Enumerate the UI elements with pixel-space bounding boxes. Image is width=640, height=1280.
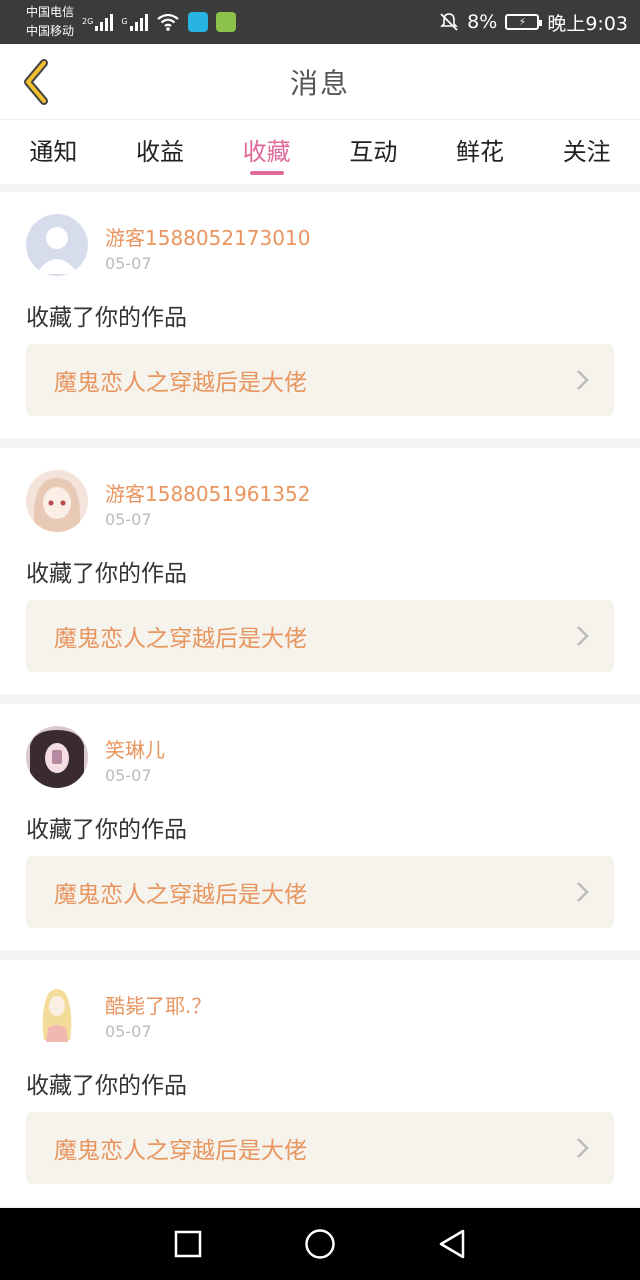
triangle-back-icon — [439, 1229, 465, 1259]
work-title: 魔鬼恋人之穿越后是大佬 — [54, 882, 307, 908]
message-card: 笑琳儿 05-07 收藏了你的作品 魔鬼恋人之穿越后是大佬 — [0, 704, 640, 950]
message-date: 05-07 — [105, 510, 152, 529]
carrier-labels: 中国电信 中国移动 — [26, 3, 74, 41]
status-bar: 中国电信 中国移动 2G G 8% ⚡ 晚上9:03 — [0, 0, 640, 44]
system-nav-bar — [0, 1208, 640, 1280]
tab-bar: 通知 收益 收藏 互动 鲜花 关注 — [0, 120, 640, 184]
avatar[interactable] — [26, 726, 88, 788]
finance-app-icon — [215, 12, 236, 32]
avatar[interactable] — [26, 982, 88, 1044]
chevron-right-icon — [577, 882, 589, 902]
tab-flowers[interactable]: 鲜花 — [427, 120, 534, 184]
username[interactable]: 酷毙了耶.？ — [105, 990, 211, 1019]
work-title: 魔鬼恋人之穿越后是大佬 — [54, 370, 307, 396]
message-date: 05-07 — [105, 766, 152, 785]
message-list[interactable]: 游客1588052173010 05-07 收藏了你的作品 魔鬼恋人之穿越后是大… — [0, 184, 640, 1208]
tab-label: 通知 — [29, 138, 78, 166]
clock: 晚上9:03 — [547, 12, 628, 35]
message-text: 收藏了你的作品 — [26, 305, 187, 331]
battery-icon: ⚡ — [505, 14, 543, 30]
net-type-2: G — [121, 17, 128, 26]
chevron-right-icon — [577, 1138, 589, 1158]
message-card: 游客1588052173010 05-07 收藏了你的作品 魔鬼恋人之穿越后是大… — [0, 192, 640, 438]
battery-percent: 8% — [467, 11, 498, 33]
tab-label: 鲜花 — [456, 138, 505, 166]
tab-favorites[interactable]: 收藏 — [213, 120, 320, 184]
username[interactable]: 游客1588051961352 — [105, 478, 310, 507]
work-link[interactable]: 魔鬼恋人之穿越后是大佬 — [26, 344, 614, 416]
message-text: 收藏了你的作品 — [26, 1073, 187, 1099]
book-app-icon — [187, 12, 208, 32]
signal-icon — [129, 13, 148, 31]
tab-label: 互动 — [349, 138, 398, 166]
home-button[interactable] — [300, 1224, 340, 1264]
message-date: 05-07 — [105, 254, 152, 273]
page-title: 消息 — [289, 66, 350, 100]
chevron-right-icon — [577, 626, 589, 646]
circle-icon — [305, 1229, 335, 1259]
back-nav-button[interactable] — [432, 1224, 472, 1264]
wifi-icon — [156, 13, 179, 31]
work-title: 魔鬼恋人之穿越后是大佬 — [54, 1138, 307, 1164]
tab-label: 收藏 — [242, 138, 291, 166]
message-text: 收藏了你的作品 — [26, 561, 187, 587]
work-link[interactable]: 魔鬼恋人之穿越后是大佬 — [26, 856, 614, 928]
tab-label: 关注 — [562, 138, 611, 166]
square-icon — [174, 1230, 202, 1258]
silent-icon — [440, 13, 459, 31]
message-card: 游客1588051961352 05-07 收藏了你的作品 魔鬼恋人之穿越后是大… — [0, 448, 640, 694]
tab-label: 收益 — [136, 138, 184, 166]
tab-follows[interactable]: 关注 — [533, 120, 640, 184]
signal-2: G — [121, 13, 148, 31]
signal-1: 2G — [82, 13, 114, 31]
back-arrow-icon — [24, 59, 48, 105]
net-type-1: 2G — [82, 17, 94, 26]
username[interactable]: 游客1588052173010 — [105, 222, 310, 251]
status-bar-left: 中国电信 中国移动 2G G — [26, 3, 236, 41]
chevron-right-icon — [577, 370, 589, 390]
tab-earnings[interactable]: 收益 — [107, 120, 214, 184]
active-tab-indicator — [249, 171, 284, 175]
work-title: 魔鬼恋人之穿越后是大佬 — [54, 626, 307, 652]
app-header: 消息 — [0, 44, 640, 120]
message-card: 酷毙了耶.？ 05-07 收藏了你的作品 魔鬼恋人之穿越后是大佬 — [0, 960, 640, 1206]
avatar[interactable] — [26, 470, 88, 532]
carrier-1: 中国电信 — [26, 5, 75, 19]
tab-notifications[interactable]: 通知 — [0, 120, 107, 184]
work-link[interactable]: 魔鬼恋人之穿越后是大佬 — [26, 1112, 614, 1184]
status-bar-right: 8% ⚡ 晚上9:03 — [439, 9, 628, 36]
back-button[interactable] — [14, 58, 58, 106]
username[interactable]: 笑琳儿 — [105, 734, 165, 763]
avatar[interactable] — [26, 214, 88, 276]
tab-interactions[interactable]: 互动 — [320, 120, 427, 184]
work-link[interactable]: 魔鬼恋人之穿越后是大佬 — [26, 600, 614, 672]
signal-icon — [95, 13, 114, 31]
recents-button[interactable] — [168, 1224, 208, 1264]
message-text: 收藏了你的作品 — [26, 817, 187, 843]
message-date: 05-07 — [105, 1022, 152, 1041]
carrier-2: 中国移动 — [26, 24, 75, 38]
